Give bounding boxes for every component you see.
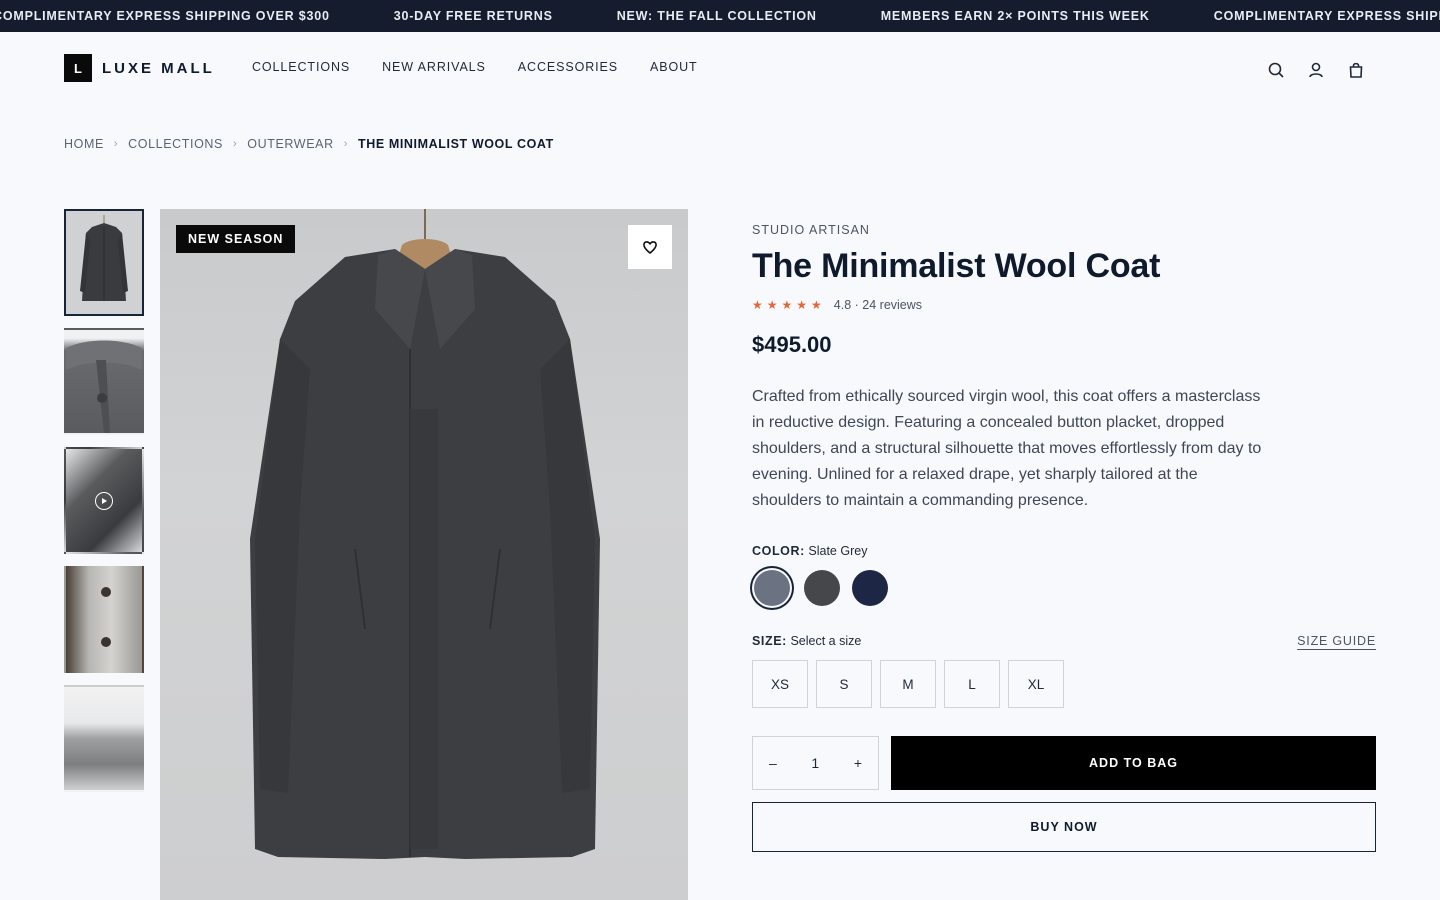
- announcement-bar: COMPLIMENTARY EXPRESS SHIPPING OVER $300…: [0, 0, 1440, 32]
- thumbnail-collar-detail[interactable]: [64, 328, 144, 435]
- chevron-right-icon: ›: [233, 138, 238, 150]
- swatch-charcoal[interactable]: [804, 570, 840, 606]
- purchase-row: – 1 + ADD TO BAG: [752, 736, 1376, 790]
- announcement-item: MEMBERS EARN 2× POINTS THIS WEEK: [880, 9, 1150, 23]
- announcement-item: NEW: THE FALL COLLECTION: [616, 9, 817, 23]
- thumbnail-button-detail[interactable]: [64, 566, 144, 673]
- swatch-slate-grey[interactable]: [754, 570, 790, 606]
- product-description: Crafted from ethically sourced virgin wo…: [752, 388, 1262, 509]
- color-value: Slate Grey: [808, 544, 868, 558]
- quantity-decrease-button[interactable]: –: [769, 755, 777, 771]
- color-label-row: COLOR: Slate Grey: [752, 544, 1376, 558]
- announcement-item: COMPLIMENTARY EXPRESS SHIPPING OVER $300: [0, 9, 330, 23]
- size-option-l[interactable]: L: [944, 660, 1000, 708]
- logo[interactable]: L LUXE MALL: [64, 54, 215, 82]
- size-options: XS S M L XL: [752, 660, 1376, 708]
- breadcrumb-outerwear[interactable]: OUTERWEAR: [247, 137, 333, 151]
- rating-text: 4.8 · 24 reviews: [833, 298, 923, 312]
- size-label-row: SIZE: Select a size: [752, 634, 861, 648]
- star-rating-icons: ★★★★★: [752, 298, 826, 312]
- add-to-bag-button[interactable]: ADD TO BAG: [891, 736, 1376, 790]
- breadcrumb: HOME › COLLECTIONS › OUTERWEAR › THE MIN…: [64, 137, 554, 151]
- logo-text: LUXE MALL: [102, 59, 215, 77]
- size-option-s[interactable]: S: [816, 660, 872, 708]
- heart-icon: [643, 241, 657, 255]
- search-icon[interactable]: [1264, 58, 1288, 82]
- size-option-xs[interactable]: XS: [752, 660, 808, 708]
- product-rating[interactable]: ★★★★★ 4.8 · 24 reviews: [752, 298, 1376, 312]
- quantity-increase-button[interactable]: +: [854, 755, 862, 771]
- breadcrumb-home[interactable]: HOME: [64, 137, 104, 151]
- logo-mark: L: [64, 54, 92, 82]
- new-season-badge: NEW SEASON: [176, 225, 296, 253]
- color-swatches: [752, 570, 1376, 606]
- thumbnail-list: [64, 209, 144, 804]
- thumbnail-folded-coat[interactable]: [64, 685, 144, 792]
- wishlist-button[interactable]: [628, 225, 672, 269]
- buy-now-button[interactable]: BUY NOW: [752, 802, 1376, 852]
- site-header: L LUXE MALL COLLECTIONS NEW ARRIVALS ACC…: [0, 32, 1440, 104]
- product-brand[interactable]: STUDIO ARTISAN: [752, 223, 1376, 237]
- size-label: SIZE:: [752, 634, 787, 648]
- announcement-item: 30-DAY FREE RETURNS: [393, 9, 553, 23]
- quantity-stepper: – 1 +: [752, 736, 879, 790]
- play-icon: [95, 491, 113, 510]
- size-option-xl[interactable]: XL: [1008, 660, 1064, 708]
- chevron-right-icon: ›: [113, 138, 119, 150]
- product-info: STUDIO ARTISAN The Minimalist Wool Coat …: [752, 209, 1376, 852]
- bag-icon[interactable]: [1344, 58, 1368, 82]
- size-guide-link[interactable]: SIZE GUIDE: [1297, 634, 1376, 648]
- thumbnail-coat-front[interactable]: [64, 209, 144, 316]
- breadcrumb-current: THE MINIMALIST WOOL COAT: [357, 137, 554, 151]
- nav-collections[interactable]: COLLECTIONS: [252, 60, 350, 74]
- product-title: The Minimalist Wool Coat: [752, 247, 1161, 285]
- size-option-m[interactable]: M: [880, 660, 936, 708]
- nav-new-arrivals[interactable]: NEW ARRIVALS: [382, 60, 486, 74]
- breadcrumb-collections[interactable]: COLLECTIONS: [128, 137, 223, 151]
- main-nav: COLLECTIONS NEW ARRIVALS ACCESSORIES ABO…: [252, 60, 730, 74]
- nav-accessories[interactable]: ACCESSORIES: [518, 60, 618, 74]
- size-header: SIZE: Select a size SIZE GUIDE: [752, 634, 1376, 648]
- thumbnail-sleeve-video[interactable]: [64, 447, 144, 554]
- nav-about[interactable]: ABOUT: [650, 60, 698, 74]
- chevron-right-icon: ›: [343, 138, 348, 150]
- swatch-navy[interactable]: [852, 570, 888, 606]
- account-icon[interactable]: [1304, 58, 1328, 82]
- size-value: Select a size: [790, 634, 862, 648]
- product-price: $495.00: [752, 332, 832, 357]
- color-label: COLOR:: [752, 544, 805, 558]
- announcement-item: COMPLIMENTARY EXPRESS SHIPPING OVER $300: [1213, 9, 1440, 23]
- header-actions: [1248, 58, 1368, 82]
- quantity-value[interactable]: 1: [811, 755, 819, 771]
- product-main-image[interactable]: NEW SEASON: [160, 209, 688, 900]
